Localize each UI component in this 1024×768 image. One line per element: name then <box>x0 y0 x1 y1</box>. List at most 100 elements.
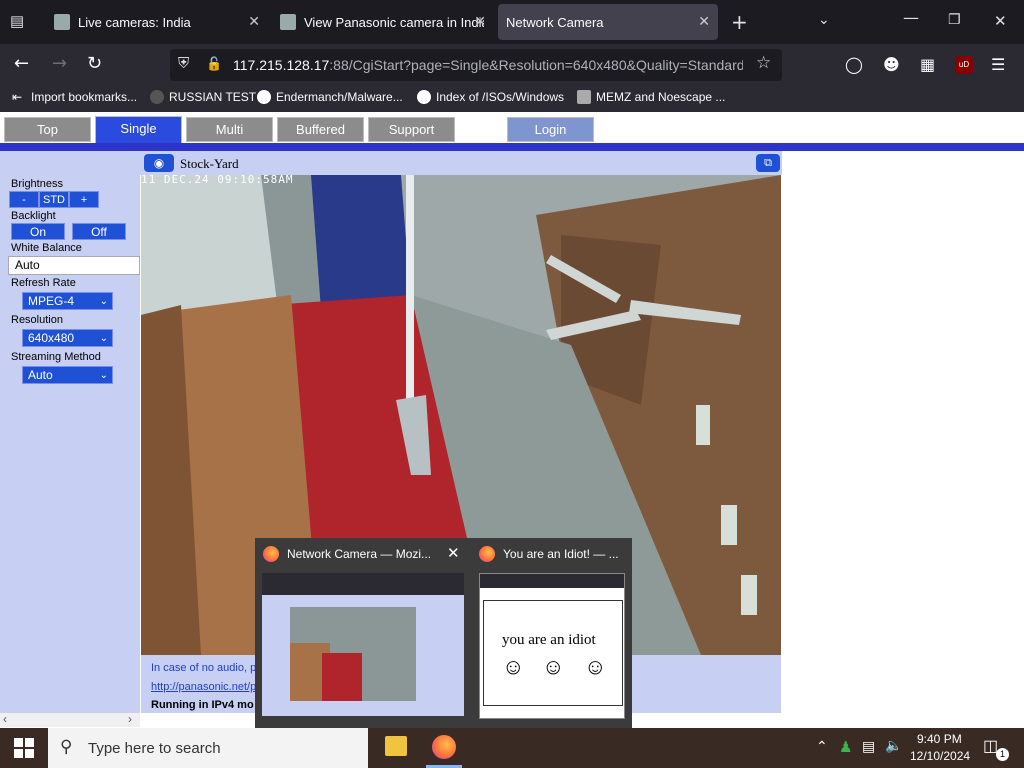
tray-chevron-up-icon[interactable]: ⌃ <box>816 738 828 755</box>
scroll-right-icon[interactable]: › <box>128 712 132 726</box>
back-icon[interactable]: ← <box>14 53 29 74</box>
scroll-left-icon[interactable]: ‹ <box>3 712 7 726</box>
idiot-text: you are an idiot <box>502 632 596 648</box>
horizontal-scrollbar[interactable]: ‹ › <box>0 712 140 727</box>
import-icon: ⇤ <box>12 90 23 104</box>
tab-list-icon[interactable]: ▤ <box>10 12 24 30</box>
backlight-off-button[interactable]: Off <box>72 223 126 240</box>
brightness-label: Brightness <box>11 178 63 190</box>
firefox-icon <box>479 546 495 562</box>
resolution-select[interactable]: 640x480 ⌄ <box>22 329 113 347</box>
brightness-decrease-button[interactable]: - <box>9 191 39 208</box>
white-balance-select[interactable]: Auto <box>8 256 140 275</box>
insecure-lock-icon[interactable]: 🔓 <box>206 56 222 72</box>
google-icon <box>417 90 431 104</box>
extensions-icon[interactable]: ▦ <box>920 55 935 74</box>
smiley-icon: ☺ <box>584 654 607 679</box>
url-host: 117.215.128.17 <box>233 57 330 73</box>
url-bar[interactable]: ⛨ 🔓 117.215.128.17:88/CgiStart?page=Sing… <box>170 49 782 81</box>
bookmark-endermanch[interactable]: Endermanch/Malware... <box>257 90 403 104</box>
close-icon[interactable]: ✕ <box>447 544 460 562</box>
ipv4-note: Running in IPv4 mo <box>151 699 254 711</box>
tab-live-cameras[interactable]: Live cameras: India ✕ <box>46 4 268 40</box>
shield-icon[interactable]: ⛨ <box>178 55 189 72</box>
clock-time[interactable]: 9:40 PM <box>917 732 962 746</box>
camera-favicon-icon <box>280 14 296 30</box>
close-icon[interactable]: ✕ <box>474 13 486 30</box>
globe-icon <box>150 90 164 104</box>
google-icon <box>257 90 271 104</box>
tab-title: View Panasonic camera in India <box>304 14 484 30</box>
menu-icon[interactable]: ☰ <box>991 55 1005 74</box>
nav-support[interactable]: Support <box>368 117 455 142</box>
pocket-icon[interactable]: ◯ <box>845 55 863 74</box>
backlight-label: Backlight <box>11 210 56 222</box>
page-divider <box>0 143 1024 151</box>
thumbnail-preview-network-camera[interactable] <box>262 573 464 716</box>
account-icon[interactable]: ☻ <box>883 55 900 74</box>
user-tray-icon[interactable]: ♟ <box>839 738 852 756</box>
search-icon: ⚲ <box>60 737 73 757</box>
new-tab-icon[interactable]: + <box>731 10 748 34</box>
camera-snapshot-icon[interactable]: ◉ <box>144 154 174 172</box>
refresh-rate-select[interactable]: MPEG-4 ⌄ <box>22 292 113 310</box>
taskbar-search-box[interactable]: ⚲ Type here to search <box>48 728 368 768</box>
backlight-on-button[interactable]: On <box>11 223 65 240</box>
close-icon[interactable]: ✕ <box>698 13 710 30</box>
bookmark-star-icon[interactable]: ☆ <box>756 53 771 73</box>
brightness-increase-button[interactable]: + <box>69 191 99 208</box>
thumbnail-preview-idiot[interactable]: you are an idiot ☺ ☺ ☺ <box>479 573 625 719</box>
page-right-area <box>782 151 1024 713</box>
browser-tab-bar: ▤ Live cameras: India ✕ View Panasonic c… <box>0 0 1024 44</box>
firefox-taskbar-icon[interactable] <box>432 735 456 759</box>
minimize-icon[interactable]: — <box>903 8 919 27</box>
panasonic-link[interactable]: http://panasonic.net/p <box>151 681 256 693</box>
chevron-down-icon: ⌄ <box>99 333 108 344</box>
forward-icon[interactable]: → <box>52 53 67 74</box>
file-explorer-icon[interactable] <box>385 736 407 756</box>
bookmark-russian-test[interactable]: RUSSIAN TEST <box>150 90 256 104</box>
camera-header: ◉ Stock-Yard ⧉ <box>140 151 782 175</box>
smiley-icon: ☺ <box>542 654 565 679</box>
tab-title: Live cameras: India <box>78 14 191 30</box>
clock-date[interactable]: 12/10/2024 <box>910 749 970 763</box>
thumbnail-title-network-camera[interactable]: Network Camera — Mozi... <box>263 546 431 562</box>
network-icon[interactable]: ▤ <box>862 738 875 755</box>
close-icon[interactable]: ✕ <box>248 13 260 30</box>
camera-control-panel: Brightness - STD + Backlight On Off Whit… <box>0 151 140 713</box>
fullscreen-icon[interactable]: ⧉ <box>756 154 780 172</box>
tab-network-camera[interactable]: Network Camera ✕ <box>498 4 718 40</box>
thumbnail-title-idiot[interactable]: You are an Idiot! — ... <box>479 546 619 562</box>
ublock-icon[interactable]: uD <box>955 56 973 74</box>
nav-multi[interactable]: Multi <box>186 117 273 142</box>
firefox-icon <box>263 546 279 562</box>
restore-icon[interactable]: ❐ <box>948 12 961 28</box>
bookmark-isos[interactable]: Index of /ISOs/Windows <box>417 90 564 104</box>
streaming-method-select[interactable]: Auto ⌄ <box>22 366 113 384</box>
resolution-label: Resolution <box>11 314 63 326</box>
video-timestamp: 11 DEC.24 09:10:58AM <box>141 175 294 186</box>
window-close-icon[interactable]: ✕ <box>994 12 1007 30</box>
bookmarks-bar: ⇤ Import bookmarks... RUSSIAN TEST Enderm… <box>0 86 1024 112</box>
camera-favicon-icon <box>54 14 70 30</box>
bookmark-memz[interactable]: MEMZ and Noescape ... <box>577 90 725 104</box>
tab-overflow-chevron-icon[interactable]: ⌄ <box>818 12 830 28</box>
windows-start-icon[interactable] <box>14 738 34 758</box>
page-icon <box>577 90 591 104</box>
tab-view-panasonic[interactable]: View Panasonic camera in India ✕ <box>272 4 494 40</box>
audio-note: In case of no audio, pl <box>151 662 259 674</box>
volume-icon[interactable]: 🔈 <box>885 737 902 754</box>
chevron-down-icon: ⌄ <box>99 370 108 381</box>
taskbar-thumbnail-popup: Network Camera — Mozi... ✕ You are an Id… <box>255 538 632 728</box>
nav-buffered-image[interactable]: Buffered Image <box>277 117 364 160</box>
brightness-std-button[interactable]: STD <box>39 191 69 208</box>
chevron-down-icon: ⌄ <box>99 296 108 307</box>
streaming-method-label: Streaming Method <box>11 351 101 363</box>
reload-icon[interactable]: ↻ <box>87 53 102 74</box>
nav-login[interactable]: Login <box>507 117 594 142</box>
nav-single[interactable]: Single <box>95 116 182 144</box>
camera-name: Stock-Yard <box>180 156 239 171</box>
nav-top[interactable]: Top <box>4 117 91 142</box>
smiley-icon: ☺ <box>502 654 525 679</box>
bookmark-import[interactable]: ⇤ Import bookmarks... <box>12 90 137 104</box>
